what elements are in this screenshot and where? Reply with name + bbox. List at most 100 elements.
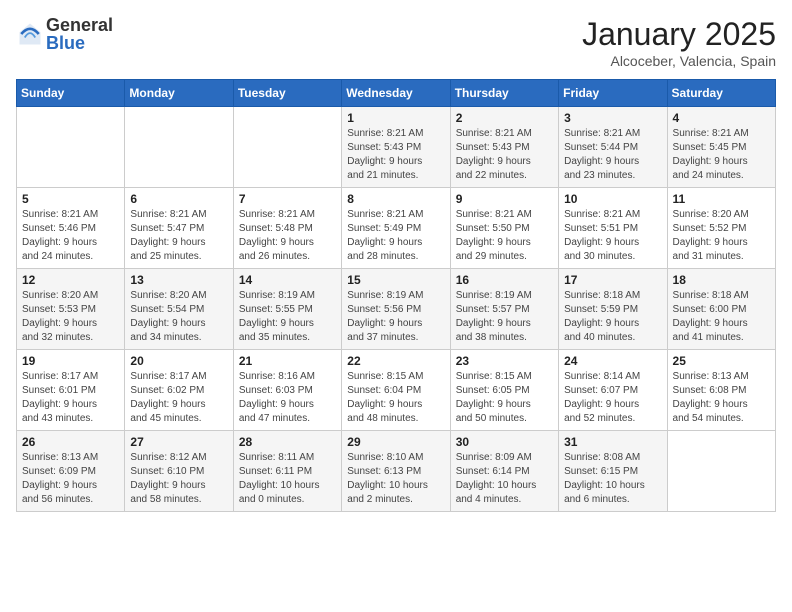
cell-content: Sunrise: 8:19 AM Sunset: 5:57 PM Dayligh… — [456, 289, 553, 345]
week-row-3: 19Sunrise: 8:17 AM Sunset: 6:01 PM Dayli… — [17, 350, 776, 431]
day-number: 25 — [673, 354, 770, 368]
calendar-cell: 1 Sunrise: 8:21 AM Sunset: 5:43 PM Daylig… — [342, 107, 450, 188]
day-number: 9 — [456, 192, 553, 206]
cell-content: Sunrise: 8:11 AM Sunset: 6:11 PM Dayligh… — [239, 451, 336, 507]
day-number: 3 — [564, 111, 661, 125]
day-number: 6 — [130, 192, 227, 206]
cell-content: Sunrise: 8:17 AM Sunset: 6:02 PM Dayligh… — [130, 370, 227, 426]
logo-blue: Blue — [46, 34, 113, 52]
day-number: 13 — [130, 273, 227, 287]
cell-content: Sunrise: 8:20 AM Sunset: 5:53 PM Dayligh… — [22, 289, 119, 345]
day-number: 4 — [673, 111, 770, 125]
month-title: January 2025 — [582, 16, 776, 53]
cell-content: Sunrise: 8:21 AM Sunset: 5:48 PM Dayligh… — [239, 208, 336, 264]
calendar-cell: 9 Sunrise: 8:21 AM Sunset: 5:50 PM Daylig… — [450, 188, 558, 269]
cell-content: Sunrise: 8:21 AM Sunset: 5:43 PM Dayligh… — [347, 127, 444, 183]
calendar-cell — [125, 107, 233, 188]
cell-content: Sunrise: 8:13 AM Sunset: 6:08 PM Dayligh… — [673, 370, 770, 426]
cell-content: Sunrise: 8:20 AM Sunset: 5:54 PM Dayligh… — [130, 289, 227, 345]
calendar-cell: 20 Sunrise: 8:17 AM Sunset: 6:02 PM Dayli… — [125, 350, 233, 431]
cell-content: Sunrise: 8:21 AM Sunset: 5:51 PM Dayligh… — [564, 208, 661, 264]
title-area: January 2025 Alcoceber, Valencia, Spain — [582, 16, 776, 69]
day-number: 5 — [22, 192, 119, 206]
cell-content: Sunrise: 8:21 AM Sunset: 5:45 PM Dayligh… — [673, 127, 770, 183]
calendar-cell: 14Sunrise: 8:19 AM Sunset: 5:55 PM Dayli… — [233, 269, 341, 350]
cell-content: Sunrise: 8:19 AM Sunset: 5:55 PM Dayligh… — [239, 289, 336, 345]
calendar-cell: 18Sunrise: 8:18 AM Sunset: 6:00 PM Dayli… — [667, 269, 775, 350]
cell-content: Sunrise: 8:21 AM Sunset: 5:47 PM Dayligh… — [130, 208, 227, 264]
week-row-0: 1 Sunrise: 8:21 AM Sunset: 5:43 PM Daylig… — [17, 107, 776, 188]
day-number: 10 — [564, 192, 661, 206]
day-number: 7 — [239, 192, 336, 206]
calendar-cell: 4 Sunrise: 8:21 AM Sunset: 5:45 PM Daylig… — [667, 107, 775, 188]
calendar-cell: 6 Sunrise: 8:21 AM Sunset: 5:47 PM Daylig… — [125, 188, 233, 269]
day-number: 26 — [22, 435, 119, 449]
cell-content: Sunrise: 8:20 AM Sunset: 5:52 PM Dayligh… — [673, 208, 770, 264]
day-number: 16 — [456, 273, 553, 287]
day-number: 1 — [347, 111, 444, 125]
calendar-cell: 27 Sunrise: 8:12 AM Sunset: 6:10 PM Dayli… — [125, 431, 233, 512]
calendar-cell — [233, 107, 341, 188]
calendar-cell — [17, 107, 125, 188]
calendar-cell: 10 Sunrise: 8:21 AM Sunset: 5:51 PM Dayli… — [559, 188, 667, 269]
calendar-header-row: SundayMondayTuesdayWednesdayThursdayFrid… — [17, 80, 776, 107]
calendar-cell: 15Sunrise: 8:19 AM Sunset: 5:56 PM Dayli… — [342, 269, 450, 350]
day-header-monday: Monday — [125, 80, 233, 107]
calendar-cell: 26 Sunrise: 8:13 AM Sunset: 6:09 PM Dayli… — [17, 431, 125, 512]
calendar-cell: 13 Sunrise: 8:20 AM Sunset: 5:54 PM Dayli… — [125, 269, 233, 350]
cell-content: Sunrise: 8:08 AM Sunset: 6:15 PM Dayligh… — [564, 451, 661, 507]
cell-content: Sunrise: 8:18 AM Sunset: 5:59 PM Dayligh… — [564, 289, 661, 345]
calendar-table: SundayMondayTuesdayWednesdayThursdayFrid… — [16, 79, 776, 512]
calendar-cell: 19Sunrise: 8:17 AM Sunset: 6:01 PM Dayli… — [17, 350, 125, 431]
calendar-cell: 24 Sunrise: 8:14 AM Sunset: 6:07 PM Dayli… — [559, 350, 667, 431]
cell-content: Sunrise: 8:21 AM Sunset: 5:46 PM Dayligh… — [22, 208, 119, 264]
day-number: 31 — [564, 435, 661, 449]
cell-content: Sunrise: 8:14 AM Sunset: 6:07 PM Dayligh… — [564, 370, 661, 426]
day-number: 27 — [130, 435, 227, 449]
day-number: 2 — [456, 111, 553, 125]
calendar-cell: 3 Sunrise: 8:21 AM Sunset: 5:44 PM Daylig… — [559, 107, 667, 188]
day-header-thursday: Thursday — [450, 80, 558, 107]
cell-content: Sunrise: 8:21 AM Sunset: 5:50 PM Dayligh… — [456, 208, 553, 264]
cell-content: Sunrise: 8:15 AM Sunset: 6:05 PM Dayligh… — [456, 370, 553, 426]
cell-content: Sunrise: 8:17 AM Sunset: 6:01 PM Dayligh… — [22, 370, 119, 426]
logo-general: General — [46, 16, 113, 34]
subtitle: Alcoceber, Valencia, Spain — [582, 53, 776, 69]
day-number: 17 — [564, 273, 661, 287]
day-number: 21 — [239, 354, 336, 368]
day-number: 28 — [239, 435, 336, 449]
cell-content: Sunrise: 8:09 AM Sunset: 6:14 PM Dayligh… — [456, 451, 553, 507]
day-number: 29 — [347, 435, 444, 449]
day-number: 24 — [564, 354, 661, 368]
cell-content: Sunrise: 8:21 AM Sunset: 5:44 PM Dayligh… — [564, 127, 661, 183]
calendar-cell: 12Sunrise: 8:20 AM Sunset: 5:53 PM Dayli… — [17, 269, 125, 350]
calendar-cell: 21 Sunrise: 8:16 AM Sunset: 6:03 PM Dayli… — [233, 350, 341, 431]
day-header-tuesday: Tuesday — [233, 80, 341, 107]
calendar-cell: 29 Sunrise: 8:10 AM Sunset: 6:13 PM Dayli… — [342, 431, 450, 512]
day-number: 30 — [456, 435, 553, 449]
calendar-cell: 16 Sunrise: 8:19 AM Sunset: 5:57 PM Dayli… — [450, 269, 558, 350]
calendar-cell: 5 Sunrise: 8:21 AM Sunset: 5:46 PM Daylig… — [17, 188, 125, 269]
calendar-cell: 31 Sunrise: 8:08 AM Sunset: 6:15 PM Dayli… — [559, 431, 667, 512]
day-number: 18 — [673, 273, 770, 287]
cell-content: Sunrise: 8:16 AM Sunset: 6:03 PM Dayligh… — [239, 370, 336, 426]
calendar-cell: 2Sunrise: 8:21 AM Sunset: 5:43 PM Daylig… — [450, 107, 558, 188]
calendar-cell: 17 Sunrise: 8:18 AM Sunset: 5:59 PM Dayli… — [559, 269, 667, 350]
cell-content: Sunrise: 8:10 AM Sunset: 6:13 PM Dayligh… — [347, 451, 444, 507]
calendar-cell: 22Sunrise: 8:15 AM Sunset: 6:04 PM Dayli… — [342, 350, 450, 431]
logo: General Blue — [16, 16, 113, 52]
day-number: 20 — [130, 354, 227, 368]
logo-text: General Blue — [46, 16, 113, 52]
calendar-cell: 11Sunrise: 8:20 AM Sunset: 5:52 PM Dayli… — [667, 188, 775, 269]
calendar-cell: 28 Sunrise: 8:11 AM Sunset: 6:11 PM Dayli… — [233, 431, 341, 512]
day-header-saturday: Saturday — [667, 80, 775, 107]
cell-content: Sunrise: 8:15 AM Sunset: 6:04 PM Dayligh… — [347, 370, 444, 426]
cell-content: Sunrise: 8:13 AM Sunset: 6:09 PM Dayligh… — [22, 451, 119, 507]
week-row-4: 26 Sunrise: 8:13 AM Sunset: 6:09 PM Dayli… — [17, 431, 776, 512]
day-header-friday: Friday — [559, 80, 667, 107]
day-number: 8 — [347, 192, 444, 206]
cell-content: Sunrise: 8:19 AM Sunset: 5:56 PM Dayligh… — [347, 289, 444, 345]
calendar-cell: 30 Sunrise: 8:09 AM Sunset: 6:14 PM Dayli… — [450, 431, 558, 512]
calendar-cell: 7 Sunrise: 8:21 AM Sunset: 5:48 PM Daylig… — [233, 188, 341, 269]
cell-content: Sunrise: 8:12 AM Sunset: 6:10 PM Dayligh… — [130, 451, 227, 507]
